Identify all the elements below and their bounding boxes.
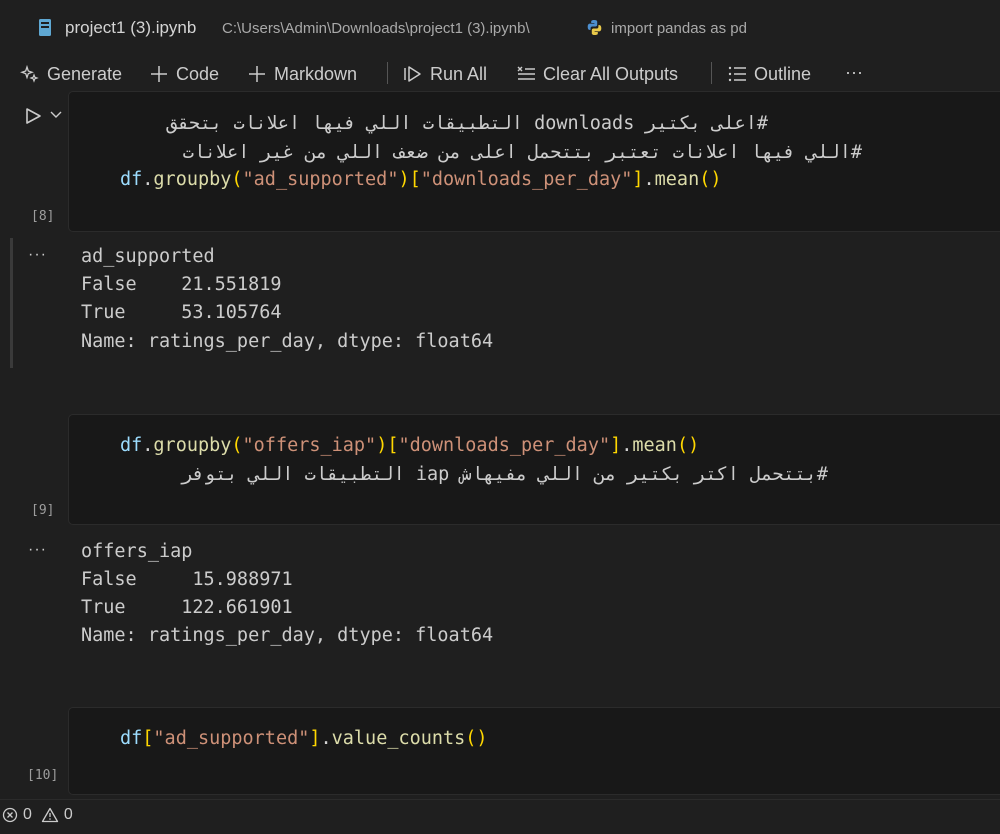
comment-text: #بتتحمل اكتر بكتير من اللي مفيهاش iap ال… — [181, 464, 828, 485]
comment-text: #اللي فيها اعلانات تعتبر بتتحمل اعلى من … — [182, 142, 862, 163]
code-token: ] — [632, 169, 644, 190]
code-token: "offers_iap" — [242, 435, 377, 456]
code-token: () — [699, 169, 722, 190]
code-token: groupby — [153, 435, 232, 456]
code-token: "downloads_per_day" — [420, 169, 633, 190]
code-token: [ — [387, 435, 399, 456]
code-token: . — [621, 435, 633, 456]
execution-count: [8] — [31, 209, 55, 224]
code-comment-line: #اعلى بكتير downloads التطبيقات اللي فيه… — [120, 113, 768, 134]
add-markdown-cell-button[interactable]: Markdown — [247, 61, 357, 87]
error-icon — [2, 807, 18, 823]
generate-label: Generate — [47, 63, 123, 84]
error-count: 0 — [23, 806, 32, 823]
sparkle-icon — [20, 64, 39, 83]
code-token: . — [643, 169, 655, 190]
breadcrumb-symbol[interactable]: import pandas as pd — [611, 20, 747, 37]
code-cell[interactable] — [68, 707, 1000, 795]
plus-icon — [249, 66, 265, 82]
clear-all-outputs-label: Clear All Outputs — [543, 63, 679, 84]
execution-count: [9] — [31, 503, 55, 518]
breadcrumb-path[interactable]: C:\Users\Admin\Downloads\project1 (3).ip… — [222, 20, 530, 37]
code-token: "ad_supported" — [153, 728, 310, 749]
code-comment-line: #اللي فيها اعلانات تعتبر بتتحمل اعلى من … — [120, 142, 862, 163]
warning-count: 0 — [63, 806, 73, 823]
output-line: Name: ratings_per_day, dtype: float64 — [81, 625, 494, 646]
code-token: () — [465, 728, 488, 749]
outline-list-icon — [728, 66, 746, 82]
generate-button[interactable]: Generate — [20, 61, 122, 87]
code-token: ] — [309, 728, 321, 749]
breadcrumb-file-name[interactable]: project1 (3).ipynb — [65, 18, 196, 38]
output-line: True 122.661901 — [81, 597, 293, 618]
plus-icon — [151, 66, 167, 82]
code-token: ] — [610, 435, 622, 456]
code-token: [ — [409, 169, 421, 190]
outline-label: Outline — [754, 63, 812, 84]
code-token: () — [676, 435, 700, 456]
code-token: ) — [376, 435, 388, 456]
code-token: df — [120, 435, 143, 456]
code-line: df.groupby("offers_iap")["downloads_per_… — [120, 435, 699, 456]
code-line: df.groupby("ad_supported")["downloads_pe… — [120, 169, 722, 190]
add-code-cell-button[interactable]: Code — [149, 61, 219, 87]
code-token: ( — [231, 169, 243, 190]
code-token: "ad_supported" — [242, 169, 399, 190]
toolbar-separator — [387, 62, 388, 84]
output-actions-icon[interactable]: ··· — [28, 541, 47, 559]
code-token: df — [120, 169, 143, 190]
output-collapse-bar[interactable] — [10, 238, 13, 368]
clear-outputs-icon — [517, 66, 535, 80]
status-bar: 0 0 — [0, 799, 1000, 834]
code-token: [ — [142, 728, 154, 749]
warning-icon — [41, 807, 59, 823]
more-icon: ··· — [845, 61, 863, 82]
code-token: ( — [231, 435, 243, 456]
code-token: . — [142, 435, 154, 456]
breadcrumb: project1 (3).ipynb C:\Users\Admin\Downlo… — [0, 0, 1000, 56]
code-line: df["ad_supported"].value_counts() — [120, 728, 488, 749]
code-token: ) — [398, 169, 410, 190]
markdown-label: Markdown — [274, 63, 358, 84]
run-cell-icon[interactable] — [24, 107, 42, 125]
code-token: mean — [654, 169, 700, 190]
output-line: ad_supported — [81, 246, 215, 267]
output-line: offers_iap — [81, 541, 193, 562]
code-token: value_counts — [331, 728, 466, 749]
code-token: mean — [632, 435, 677, 456]
notebook-file-icon — [39, 19, 51, 36]
code-token: "downloads_per_day" — [398, 435, 611, 456]
code-comment-line: #بتتحمل اكتر بكتير من اللي مفيهاش iap ال… — [120, 464, 828, 485]
output-line: False 15.988971 — [81, 569, 293, 590]
output-line: Name: ratings_per_day, dtype: float64 — [81, 331, 494, 352]
python-icon — [587, 20, 602, 35]
code-token: df — [120, 728, 143, 749]
run-all-button[interactable]: Run All — [403, 61, 487, 87]
code-token: . — [320, 728, 332, 749]
output-actions-icon[interactable]: ··· — [28, 246, 47, 264]
outline-button[interactable]: Outline — [727, 61, 811, 87]
more-actions-button[interactable]: ··· — [845, 59, 863, 85]
clear-all-outputs-button[interactable]: Clear All Outputs — [516, 61, 678, 87]
execution-count: [10] — [27, 768, 59, 783]
code-token: . — [142, 169, 154, 190]
run-all-icon — [404, 66, 421, 82]
chevron-down-icon[interactable] — [49, 110, 63, 120]
problems-indicator[interactable]: 0 0 — [2, 806, 73, 824]
output-line: True 53.105764 — [81, 302, 282, 323]
run-all-label: Run All — [430, 63, 488, 84]
code-label: Code — [176, 63, 220, 84]
toolbar-separator — [711, 62, 712, 84]
output-line: False 21.551819 — [81, 274, 282, 295]
comment-text: #اعلى بكتير downloads التطبيقات اللي فيه… — [166, 113, 768, 134]
code-token: groupby — [153, 169, 232, 190]
